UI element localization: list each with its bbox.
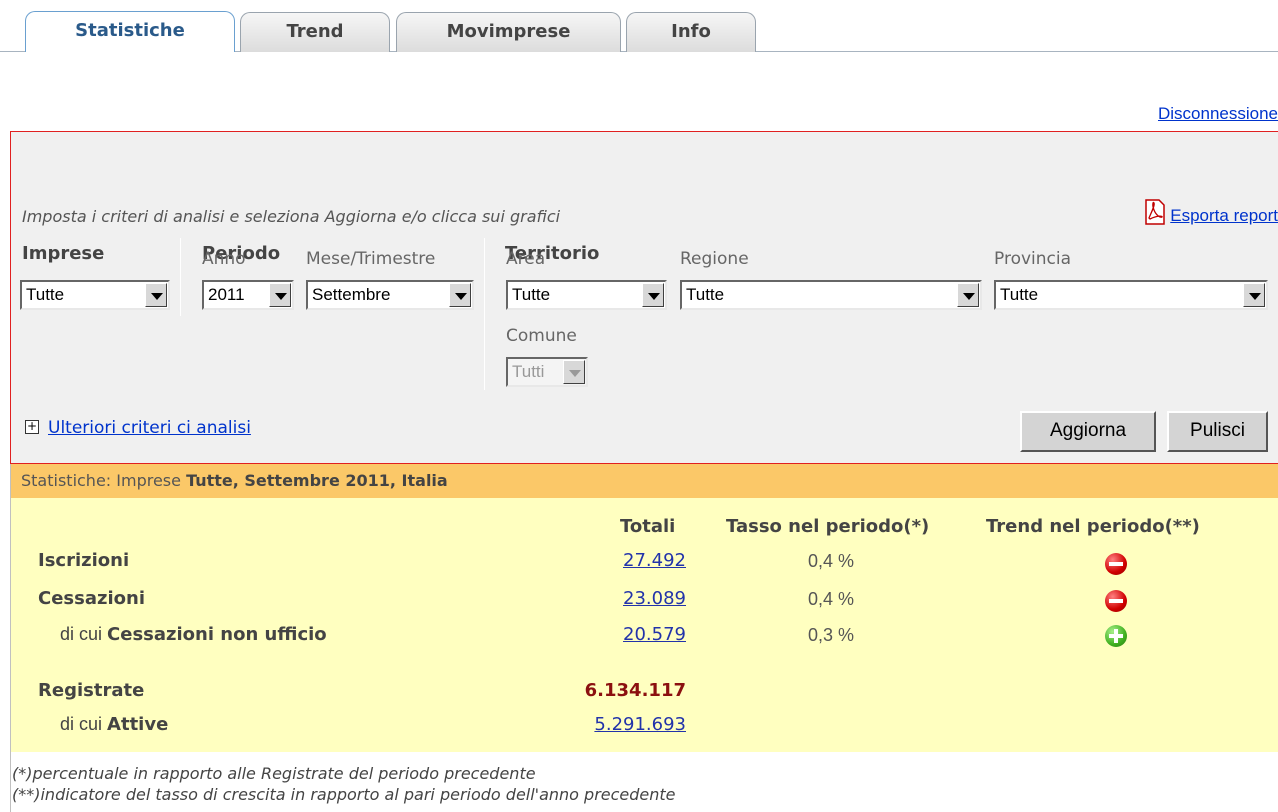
provincia-select-value: Tutte <box>1000 285 1039 304</box>
registrate-label: Registrate <box>38 680 145 701</box>
footnote-1: (*)percentuale in rapporto alle Registra… <box>12 764 536 783</box>
row-label-cessazioni-non-ufficio: di cui Cessazioni non ufficio <box>60 624 327 645</box>
clear-button[interactable]: Pulisci <box>1167 411 1268 452</box>
attive-total-link[interactable]: 5.291.693 <box>486 714 686 735</box>
rate-cessazioni-non-ufficio: 0,3 % <box>808 625 855 645</box>
anno-label: Anno <box>202 249 246 269</box>
results-title-prefix: Statistiche: Imprese <box>21 471 187 490</box>
tab-statistiche[interactable]: Statistiche <box>25 11 235 52</box>
mese-select[interactable]: Settembre <box>306 280 474 310</box>
registrate-total: 6.134.117 <box>584 680 686 701</box>
total-cessazioni-link[interactable]: 23.089 <box>486 588 686 609</box>
anno-select[interactable]: 2011 <box>202 280 294 310</box>
col-tasso-header: Tasso nel periodo(*) <box>726 516 930 537</box>
area-select[interactable]: Tutte <box>506 280 667 310</box>
more-criteria-link[interactable]: Ulteriori criteri ci analisi <box>48 418 251 438</box>
chevron-down-icon <box>563 360 585 384</box>
red-minus-icon <box>1105 590 1127 612</box>
plus-box-icon[interactable]: + <box>25 420 39 434</box>
attive-bold: Attive <box>107 714 169 735</box>
column-separator <box>180 238 181 316</box>
provincia-label: Provincia <box>994 249 1072 269</box>
tab-movimprese[interactable]: Movimprese <box>396 12 621 52</box>
provincia-select[interactable]: Tutte <box>994 280 1268 310</box>
rate-cessazioni: 0,4 % <box>808 589 855 609</box>
left-border <box>10 752 11 812</box>
chevron-down-icon <box>145 283 167 307</box>
comune-select-value: Tutti <box>512 362 545 381</box>
area-select-value: Tutte <box>512 285 551 304</box>
green-plus-icon <box>1105 625 1127 647</box>
regione-select-value: Tutte <box>686 285 725 304</box>
rate-iscrizioni: 0,4 % <box>808 551 855 571</box>
row-label-cessazioni: Cessazioni <box>38 588 145 609</box>
row-label-prefix: di cui <box>60 624 108 644</box>
total-cessazioni-non-ufficio-link[interactable]: 20.579 <box>486 624 686 645</box>
anno-select-value: 2011 <box>208 285 245 304</box>
col-trend-header: Trend nel periodo(**) <box>986 516 1200 537</box>
imprese-select-value: Tutte <box>26 285 65 304</box>
comune-select[interactable]: Tutti <box>506 357 588 387</box>
row-label-iscrizioni: Iscrizioni <box>38 550 130 571</box>
tab-bar: Statistiche Trend Movimprese Info <box>0 0 1278 52</box>
imprese-heading: Imprese <box>22 243 105 264</box>
pdf-icon <box>1145 199 1166 225</box>
mese-select-value: Settembre <box>312 285 391 304</box>
tab-label: Info <box>671 21 711 42</box>
area-label: Area <box>506 249 546 269</box>
chevron-down-icon <box>642 283 664 307</box>
attive-prefix: di cui <box>60 714 108 734</box>
chevron-down-icon <box>1243 283 1265 307</box>
results-title-detail: Tutte, Settembre 2011, Italia <box>186 471 448 490</box>
results-title-bar: Statistiche: Imprese Tutte, Settembre 20… <box>10 464 1278 498</box>
attive-label: di cui Attive <box>60 714 168 735</box>
update-button[interactable]: Aggiorna <box>1020 411 1156 452</box>
chevron-down-icon <box>269 283 291 307</box>
logout-link[interactable]: Disconnessione <box>1158 104 1278 124</box>
red-minus-icon <box>1105 553 1127 575</box>
row-label-bold: Cessazioni non ufficio <box>107 624 327 645</box>
imprese-select[interactable]: Tutte <box>20 280 170 310</box>
mese-label: Mese/Trimestre <box>306 249 436 269</box>
footnote-2: (**)indicatore del tasso di crescita in … <box>12 785 676 804</box>
comune-label: Comune <box>506 326 577 346</box>
tab-info[interactable]: Info <box>626 12 756 52</box>
export-label: Esporta report <box>1170 206 1278 225</box>
tab-label: Trend <box>286 21 344 42</box>
filter-hint: Imposta i criteri di analisi e seleziona… <box>22 207 561 226</box>
column-separator <box>484 238 485 390</box>
export-report-link[interactable]: Esporta report <box>1144 199 1278 226</box>
regione-label: Regione <box>680 249 749 269</box>
chevron-down-icon <box>957 283 979 307</box>
tab-label: Movimprese <box>446 21 571 42</box>
col-totali-header: Totali <box>620 516 676 537</box>
tab-label: Statistiche <box>75 20 185 41</box>
total-iscrizioni-link[interactable]: 27.492 <box>486 550 686 571</box>
chevron-down-icon <box>449 283 471 307</box>
regione-select[interactable]: Tutte <box>680 280 982 310</box>
tab-trend[interactable]: Trend <box>240 12 390 52</box>
